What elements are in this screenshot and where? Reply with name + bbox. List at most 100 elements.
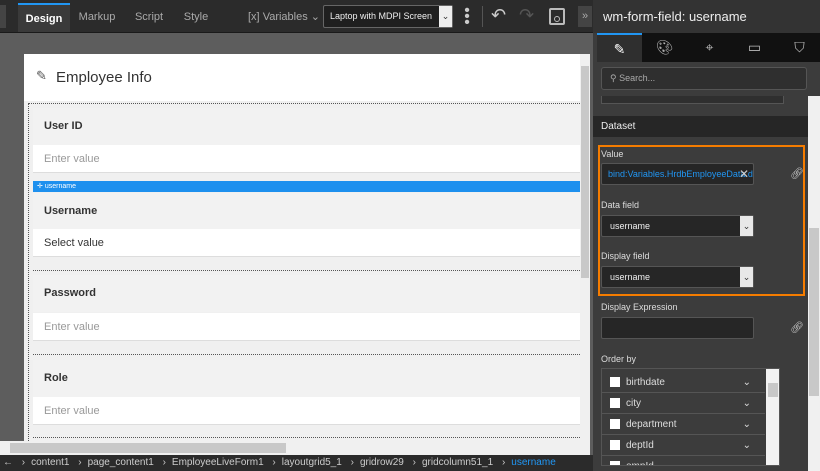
tab-markup[interactable]: Markup	[74, 3, 120, 32]
vertical-scrollbar[interactable]	[580, 54, 590, 441]
chevron-down-icon: ⌄	[740, 216, 753, 236]
redo-icon[interactable]: ↷	[519, 5, 534, 26]
expand-panel-icon[interactable]: »	[578, 6, 592, 27]
breadcrumb-item[interactable]: layoutgrid5_1	[282, 457, 342, 468]
field-label-password: Password	[33, 275, 580, 312]
breadcrumb-item[interactable]: content1	[31, 457, 69, 468]
scroll-thumb[interactable]	[768, 383, 778, 397]
scroll-thumb[interactable]	[581, 66, 589, 278]
design-canvas: ✎ Employee Info User ID Enter value ✛ us…	[0, 33, 593, 455]
breadcrumb-item[interactable]: EmployeeLiveForm1	[172, 457, 264, 468]
events-icon: ⌖	[705, 39, 714, 55]
chevron-down-icon[interactable]: ⌄	[743, 456, 751, 465]
field-label-userid: User ID	[33, 108, 580, 145]
checkbox[interactable]	[610, 419, 620, 429]
save-icon[interactable]	[549, 8, 565, 25]
value-input[interactable]: bind:Variables.HrdbEmployeeData.data ✕	[601, 163, 754, 185]
userid-input[interactable]: Enter value	[33, 145, 580, 173]
data-field-select[interactable]: username ⌄	[601, 215, 754, 237]
selected-widget-bar[interactable]: ✛ username	[33, 181, 580, 192]
undo-icon[interactable]: ↶	[491, 5, 506, 26]
breadcrumb-item[interactable]: page_content1	[88, 457, 154, 468]
link-icon[interactable]: 🔗︎	[790, 321, 804, 334]
chevron-down-icon: ⌄	[740, 267, 753, 287]
tab-styles[interactable]: 🎨︎	[642, 33, 687, 62]
display-field-select[interactable]: username ⌄	[601, 266, 754, 288]
variables-button[interactable]: [x] Variables ⌄	[248, 10, 320, 23]
role-input[interactable]: Enter value	[33, 397, 580, 425]
selected-widget-name: username	[44, 183, 76, 190]
chevron-down-icon[interactable]: ⌄	[743, 372, 751, 393]
data-field-label: Data field	[601, 200, 640, 210]
order-by-item[interactable]: empId⌄	[602, 456, 765, 465]
checkbox[interactable]	[610, 398, 620, 408]
order-by-label: Order by	[601, 354, 637, 364]
order-list-scrollbar[interactable]	[766, 369, 779, 465]
divider	[482, 6, 483, 27]
tab-device[interactable]: ▭	[732, 33, 777, 62]
back-arrow-icon[interactable]: ←	[3, 457, 13, 468]
chevron-down-icon[interactable]: ⌄	[743, 414, 751, 435]
panel-scrollbar[interactable]	[808, 96, 820, 471]
form-body: User ID Enter value ✛ username Username …	[28, 103, 580, 441]
field-label-username: Username	[33, 193, 580, 230]
variables-icon: [x]	[248, 11, 260, 23]
field-label-role: Role	[33, 360, 580, 397]
chevron-down-icon[interactable]: ⌄	[743, 393, 751, 414]
panel-title: wm-form-field: username	[593, 0, 820, 33]
display-field-value: username	[610, 272, 651, 282]
device-select[interactable]: Laptop with MDPI Screen ⌄	[323, 5, 453, 28]
link-icon[interactable]: 🔗︎	[790, 167, 804, 180]
form-title: Employee Info	[56, 69, 152, 86]
order-by-item[interactable]: birthdate ⌄	[602, 372, 765, 393]
move-icon[interactable]: ✛	[37, 183, 43, 190]
more-vertical-icon[interactable]: • • •	[463, 3, 471, 31]
value-text: bind:Variables.HrdbEmployeeData.data	[608, 169, 754, 179]
properties-panel: wm-form-field: username ✎ 🎨︎ ⌖ ▭ ⛉ ⚲ Sea…	[593, 0, 820, 471]
scroll-thumb[interactable]	[809, 228, 819, 396]
display-expression-label: Display Expression	[601, 302, 678, 312]
divider	[33, 354, 580, 355]
tab-style[interactable]: Style	[176, 3, 216, 32]
device-icon: ▭	[747, 39, 762, 55]
scroll-thumb[interactable]	[10, 443, 286, 453]
previous-field[interactable]	[601, 96, 784, 104]
breadcrumb-item[interactable]: gridrow29	[360, 457, 404, 468]
form-header: ✎ Employee Info	[24, 54, 580, 101]
horizontal-scrollbar[interactable]	[0, 441, 590, 455]
divider	[33, 270, 580, 271]
tab-properties[interactable]: ✎	[597, 33, 642, 62]
tab-script[interactable]: Script	[128, 3, 170, 32]
checkbox[interactable]	[610, 461, 620, 465]
display-field-label: Display field	[601, 251, 650, 261]
breadcrumb-item[interactable]: gridcolumn51_1	[422, 457, 493, 468]
section-dataset[interactable]: Dataset	[593, 116, 808, 137]
password-input[interactable]: Enter value	[33, 313, 580, 341]
divider	[33, 437, 580, 438]
tab-design[interactable]: Design	[18, 3, 70, 32]
tab-events[interactable]: ⌖	[687, 33, 732, 62]
order-by-item[interactable]: department ⌄	[602, 414, 765, 435]
clear-icon[interactable]: ✕	[739, 164, 749, 184]
checkbox[interactable]	[610, 440, 620, 450]
order-by-item[interactable]: deptId ⌄	[602, 435, 765, 456]
chevron-down-icon: ⌄	[310, 11, 321, 23]
search-input[interactable]: ⚲ Search...	[601, 67, 807, 90]
breadcrumb: ← › content1 › page_content1 › EmployeeLive…	[0, 455, 593, 471]
display-expression-input[interactable]	[601, 317, 754, 339]
device-value: Laptop with MDPI Screen	[330, 11, 433, 21]
shield-icon: ⛉	[794, 39, 805, 55]
order-by-item[interactable]: city ⌄	[602, 393, 765, 414]
page-content: ✎ Employee Info User ID Enter value ✛ us…	[24, 54, 580, 441]
left-collapse-handle[interactable]	[0, 5, 6, 28]
chevron-down-icon[interactable]: ⌄	[743, 435, 751, 456]
variables-label: Variables	[262, 11, 308, 23]
tab-security[interactable]: ⛉	[777, 33, 820, 62]
checkbox[interactable]	[610, 377, 620, 387]
search-placeholder: Search...	[619, 73, 656, 83]
username-select[interactable]: Select value	[33, 229, 580, 257]
palette-icon: 🎨︎	[655, 39, 674, 55]
pencil-icon: ✎	[36, 68, 47, 83]
breadcrumb-current[interactable]: username	[511, 457, 555, 468]
data-field-value: username	[610, 221, 651, 231]
